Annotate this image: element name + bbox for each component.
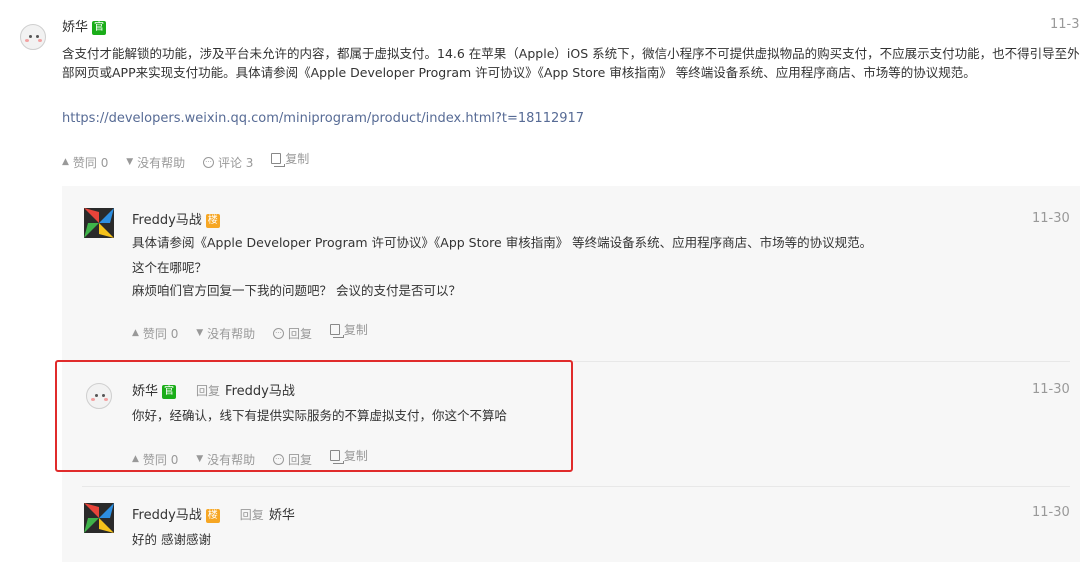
upvote-icon: ▲: [132, 328, 139, 338]
author-badge: 楼: [205, 214, 220, 228]
reply-target[interactable]: 娇华: [269, 508, 295, 523]
reply-author[interactable]: Freddy马战: [132, 213, 202, 228]
copy-icon: [329, 324, 344, 338]
comment-icon: ···: [202, 157, 214, 168]
divider: [82, 486, 1070, 487]
reply-button[interactable]: ··· 回复: [272, 325, 312, 342]
downvote-icon: ▼: [196, 328, 204, 338]
reply-author[interactable]: Freddy马战: [132, 508, 202, 523]
author-name[interactable]: 娇华: [62, 20, 88, 35]
comment-link[interactable]: https://developers.weixin.qq.com/minipro…: [62, 111, 584, 126]
comment-time: 11-3: [1050, 17, 1080, 32]
reply-line: 麻烦咱们官方回复一下我的问题吧？ 会议的支付是否可以？: [132, 283, 461, 298]
downvote-icon: ▼: [126, 157, 134, 167]
pinwheel-avatar[interactable]: [84, 503, 114, 533]
reply-line: 具体请参阅《Apple Developer Program 许可协议》《App …: [132, 235, 873, 250]
reply-time: 11-30: [1032, 382, 1070, 397]
author-badge: 楼: [205, 509, 220, 523]
comment-actions: ▲ 赞同 0 ▼ 没有帮助 ··· 评论 3 复制: [62, 150, 323, 171]
pinwheel-avatar[interactable]: [84, 208, 114, 238]
reply-time: 11-30: [1032, 505, 1070, 520]
reply-line: 好的 感谢感谢: [132, 532, 211, 547]
comment-text: 含支付才能解锁的功能，涉及平台未允许的内容，都属于虚拟支付。14.6 在苹果（A…: [62, 46, 1080, 80]
copy-button[interactable]: 复制: [271, 150, 309, 167]
official-badge: 官: [92, 21, 107, 35]
upvote-icon: ▲: [62, 157, 69, 167]
unhelpful-button[interactable]: ▼ 没有帮助: [196, 325, 255, 342]
copy-icon: [271, 153, 286, 167]
unhelpful-button[interactable]: ▼ 没有帮助: [126, 154, 185, 171]
author-avatar[interactable]: [20, 24, 46, 50]
reply-actions: ▲ 赞同 0 ▼ 没有帮助 ··· 回复 复制: [132, 321, 382, 342]
reply-tag: 回复: [239, 508, 264, 522]
like-button[interactable]: ▲ 赞同 0: [132, 325, 178, 342]
highlight-box: [55, 360, 573, 472]
comment-button[interactable]: ··· 评论 3: [202, 154, 253, 171]
reply-time: 11-30: [1032, 211, 1070, 226]
like-button[interactable]: ▲ 赞同 0: [62, 154, 108, 171]
reply-icon: ···: [272, 328, 284, 339]
copy-button[interactable]: 复制: [329, 321, 368, 338]
reply-line: 这个在哪呢？: [132, 260, 208, 275]
